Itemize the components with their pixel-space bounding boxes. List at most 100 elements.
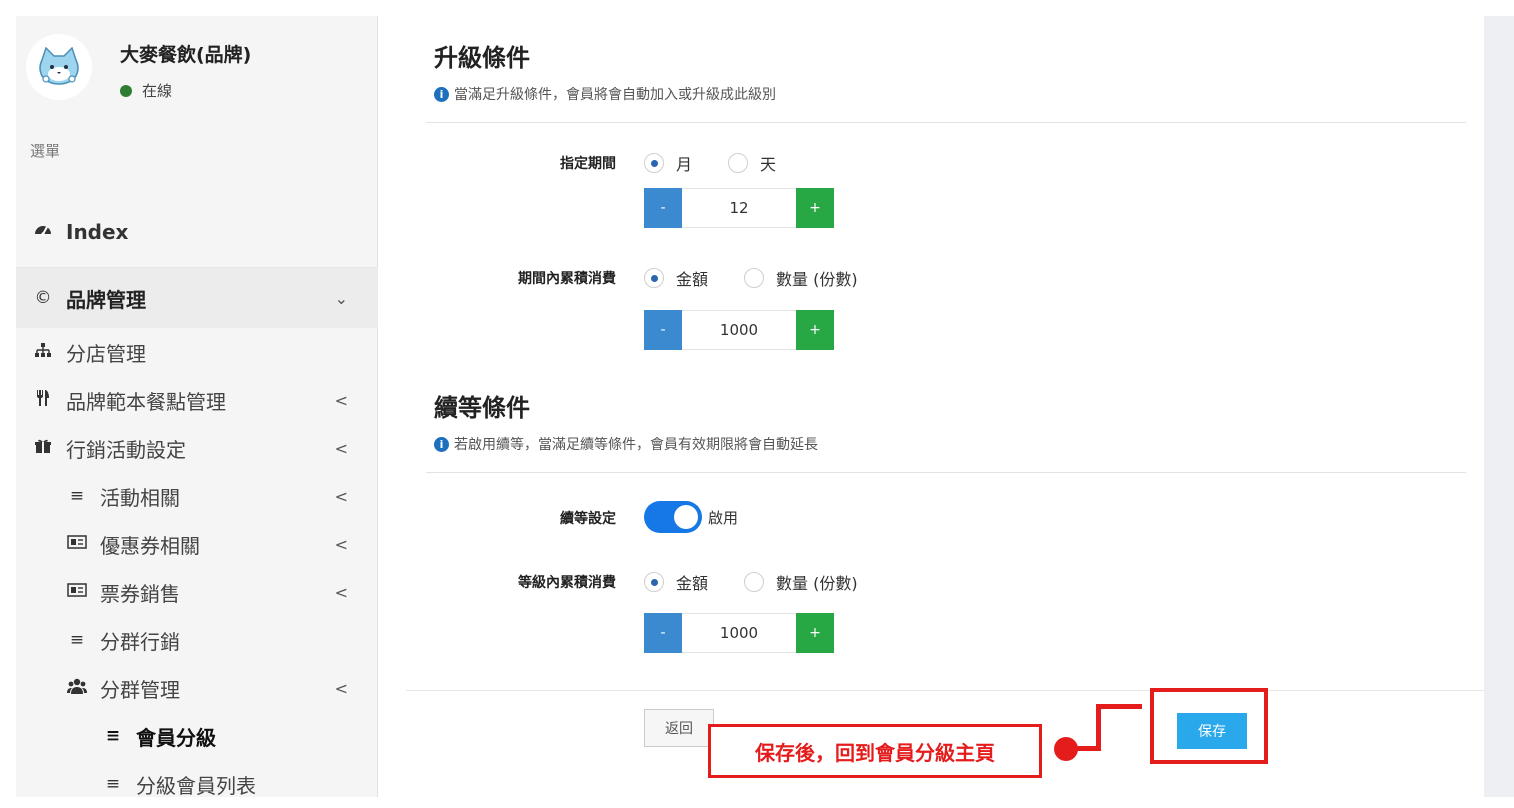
upgrade-info: i 當滿足升級條件，會員將會自動加入或升級成此級別 xyxy=(434,84,776,104)
spend-quantity-label: 數量 (份數) xyxy=(776,270,858,289)
tier-spend-radio-group: 金額 數量 (份數) xyxy=(644,570,894,594)
tier-spend-label: 等級內累積消費 xyxy=(518,575,616,591)
users-icon xyxy=(66,678,88,699)
sidebar-item-branch-management[interactable]: 分店管理 xyxy=(16,328,378,376)
spend-amount-radio[interactable] xyxy=(644,268,664,288)
sidebar-item-member-tiers[interactable]: ≡ 會員分級 xyxy=(16,712,378,760)
brand-name: 大麥餐飲(品牌) xyxy=(120,44,252,66)
period-spend-stepper: - 1000 + xyxy=(644,310,834,350)
renewal-toggle[interactable] xyxy=(644,501,702,533)
dashboard-icon xyxy=(32,221,54,242)
spend-amount-label: 金額 xyxy=(676,270,709,289)
tier-spend-quantity-label: 數量 (份數) xyxy=(776,574,858,593)
sidebar-item-label: 分群管理 xyxy=(100,677,180,702)
period-spend-radio-group: 金額 數量 (份數) xyxy=(644,266,894,290)
tier-spend-amount-radio[interactable] xyxy=(644,572,664,592)
sidebar-item-brand-template-meals[interactable]: 品牌範本餐點管理 < xyxy=(16,376,378,424)
gift-icon xyxy=(32,438,54,459)
copyright-icon: © xyxy=(34,288,52,308)
status-text: 在線 xyxy=(142,82,173,100)
status-dot-icon xyxy=(120,84,132,97)
period-label: 指定期間 xyxy=(560,156,616,172)
sidebar-item-coupons[interactable]: 優惠券相關 < xyxy=(16,520,378,568)
upgrade-info-text: 當滿足升級條件，會員將會自動加入或升級成此級別 xyxy=(454,87,776,103)
renewal-info-text: 若啟用續等，當滿足續等條件，會員有效期限將會自動延長 xyxy=(454,437,818,453)
chevron-left-icon: < xyxy=(334,438,348,458)
callout-leader-line xyxy=(1096,704,1142,709)
spend-increment-button[interactable]: + xyxy=(796,310,834,350)
brand-header: 大麥餐飲(品牌) 在線 xyxy=(16,16,378,116)
period-stepper: - 12 + xyxy=(644,188,834,228)
annotation-callout: 保存後，回到會員分級主頁 xyxy=(708,724,1042,778)
sidebar-item-activities[interactable]: ≡ 活動相關 < xyxy=(16,472,378,520)
period-decrement-button[interactable]: - xyxy=(644,188,682,228)
sidebar-item-tier-member-list[interactable]: ≡ 分級會員列表 xyxy=(16,760,378,808)
sidebar-item-label: 品牌管理 xyxy=(66,287,146,312)
chevron-left-icon: < xyxy=(334,486,348,506)
menu-header: 選單 xyxy=(30,142,61,160)
online-status: 在線 xyxy=(120,80,172,101)
divider xyxy=(426,122,1466,123)
sitemap-icon xyxy=(32,342,54,362)
period-increment-button[interactable]: + xyxy=(796,188,834,228)
sidebar-item-label: Index xyxy=(66,219,129,244)
tier-spend-value-input[interactable]: 1000 xyxy=(682,613,796,653)
sidebar-item-marketing-settings[interactable]: 行銷活動設定 < xyxy=(16,424,378,472)
toggle-knob xyxy=(674,505,698,529)
renewal-toggle-text: 啟用 xyxy=(708,509,739,527)
sidebar-item-brand-management[interactable]: © 品牌管理 ⌄ xyxy=(16,268,378,328)
sidebar-item-label: 行銷活動設定 xyxy=(66,437,186,462)
avatar xyxy=(26,34,92,100)
period-radio-group: 月 天 xyxy=(644,151,812,175)
spend-decrement-button[interactable]: - xyxy=(644,310,682,350)
list-icon: ≡ xyxy=(105,726,121,746)
ticket-icon xyxy=(66,534,88,554)
tier-spend-decrement-button[interactable]: - xyxy=(644,613,682,653)
ticket-icon xyxy=(66,582,88,602)
right-background xyxy=(1484,16,1514,797)
chevron-left-icon: < xyxy=(334,534,348,554)
info-icon: i xyxy=(434,436,449,452)
period-month-radio[interactable] xyxy=(644,153,664,173)
period-value-input[interactable]: 12 xyxy=(682,188,796,228)
sidebar-item-ticket-sales[interactable]: 票券銷售 < xyxy=(16,568,378,616)
sidebar-item-index[interactable]: Index xyxy=(16,196,378,268)
sidebar-item-label: 品牌範本餐點管理 xyxy=(66,389,226,414)
back-button[interactable]: 返回 xyxy=(644,709,714,747)
callout-leader-line xyxy=(1096,704,1101,751)
info-icon: i xyxy=(434,86,449,102)
period-month-label: 月 xyxy=(676,155,693,174)
callout-leader-dot xyxy=(1054,737,1078,761)
sidebar-item-label: 分群行銷 xyxy=(100,629,180,654)
chevron-left-icon: < xyxy=(334,582,348,602)
period-day-label: 天 xyxy=(760,155,777,174)
renewal-info: i 若啟用續等，當滿足續等條件，會員有效期限將會自動延長 xyxy=(434,434,818,454)
sidebar-item-segment-marketing[interactable]: ≡ 分群行銷 xyxy=(16,616,378,664)
utensils-icon xyxy=(32,389,54,411)
list-icon: ≡ xyxy=(69,630,85,650)
sidebar-item-label: 票券銷售 xyxy=(100,581,180,606)
period-day-radio[interactable] xyxy=(728,153,749,173)
chevron-left-icon: < xyxy=(334,390,348,410)
renewal-toggle-label: 續等設定 xyxy=(560,511,616,527)
sidebar-item-label: 優惠券相關 xyxy=(100,533,200,558)
tier-spend-increment-button[interactable]: + xyxy=(796,613,834,653)
tier-spend-amount-label: 金額 xyxy=(676,574,709,593)
list-icon: ≡ xyxy=(105,774,121,794)
spend-value-input[interactable]: 1000 xyxy=(682,310,796,350)
tier-spend-quantity-radio[interactable] xyxy=(744,572,765,592)
save-button-highlight xyxy=(1150,688,1268,764)
divider xyxy=(426,472,1466,473)
chevron-down-icon: ⌄ xyxy=(334,288,348,308)
content-gutter xyxy=(378,16,406,797)
sidebar-item-label: 活動相關 xyxy=(100,485,180,510)
sidebar-item-segment-management[interactable]: 分群管理 < xyxy=(16,664,378,712)
spend-quantity-radio[interactable] xyxy=(744,268,765,288)
sidebar-item-label: 會員分級 xyxy=(136,725,216,750)
sidebar-item-label: 分級會員列表 xyxy=(136,773,256,798)
upgrade-section-title: 升級條件 xyxy=(434,44,530,72)
list-icon: ≡ xyxy=(69,486,85,506)
sidebar: 大麥餐飲(品牌) 在線 選單 Index © 品牌管理 ⌄ 分店管理 品牌範本餐… xyxy=(16,16,378,798)
sidebar-item-label: 分店管理 xyxy=(66,341,146,366)
main-panel: 升級條件 i 當滿足升級條件，會員將會自動加入或升級成此級別 指定期間 月 天 … xyxy=(406,16,1484,768)
